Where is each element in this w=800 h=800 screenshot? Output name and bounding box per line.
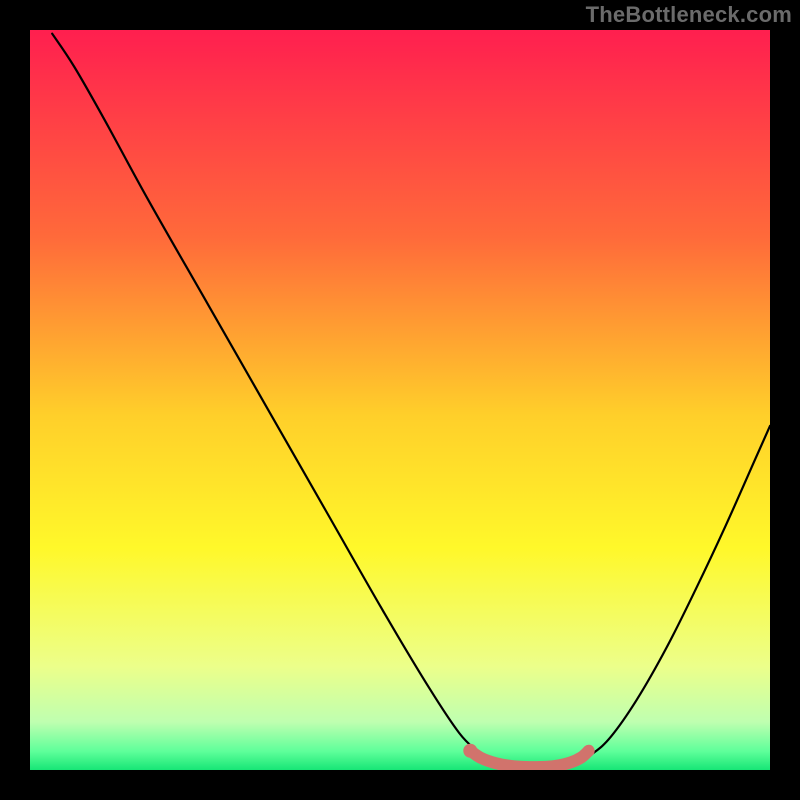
plot-area	[30, 30, 770, 770]
fit-band	[470, 751, 588, 767]
bottleneck-curve	[52, 34, 770, 768]
fit-start-dot	[463, 744, 477, 758]
watermark-text: TheBottleneck.com	[586, 2, 792, 28]
chart-svg	[30, 30, 770, 770]
chart-frame: TheBottleneck.com	[0, 0, 800, 800]
